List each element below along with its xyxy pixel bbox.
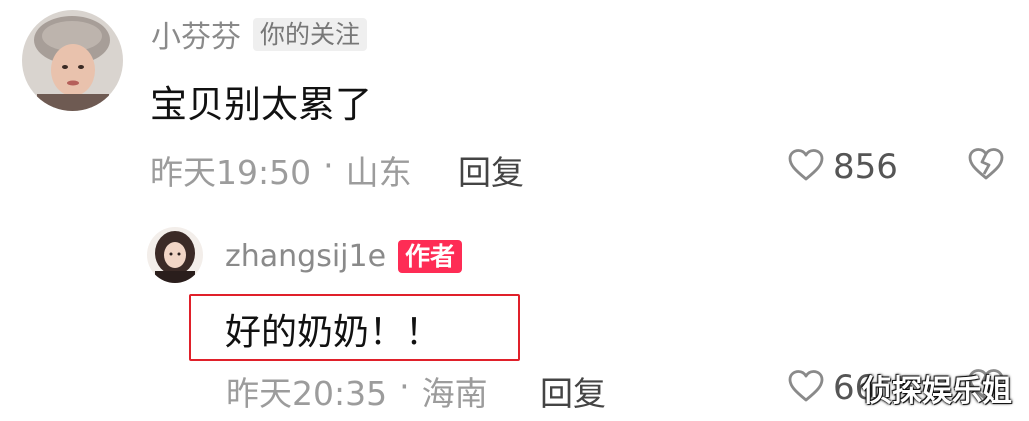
heart-outline-icon [787,148,825,186]
watermark: 侦探娱乐姐 [862,374,1012,409]
comment-text: 宝贝别太累了 [150,83,372,126]
username[interactable]: zhangsij1e [225,239,386,274]
avatar-image [147,227,203,283]
reply-header: zhangsij1e 作者 [225,236,463,276]
broken-heart-icon [967,148,1005,185]
comment-location: 山东 [345,153,412,192]
meta-separator: · [323,146,334,185]
following-badge: 你的关注 [253,17,368,51]
dislike-button[interactable] [967,147,1005,185]
avatar[interactable] [147,227,203,283]
reply-button[interactable]: 回复 [458,146,524,194]
reply-time: 昨天20:35 [226,374,388,413]
heart-outline-icon [787,369,825,407]
reply-text: 好的奶奶！！ [225,312,442,353]
author-badge: 作者 [398,239,463,273]
like-button[interactable]: 856 [787,147,898,187]
reply-location: 海南 [421,374,488,413]
reply-button[interactable]: 回复 [540,367,606,415]
meta-separator: · [399,367,410,406]
reply-meta: 昨天20:35 · 海南 [226,367,488,415]
comment-header: 小芬芬 你的关注 [151,12,368,56]
like-count: 856 [833,147,898,187]
comment-time: 昨天19:50 [150,153,312,192]
comment-meta: 昨天19:50 · 山东 [150,146,412,194]
username[interactable]: 小芬芬 [151,12,241,56]
avatar-image [22,10,123,111]
avatar[interactable] [22,10,123,111]
